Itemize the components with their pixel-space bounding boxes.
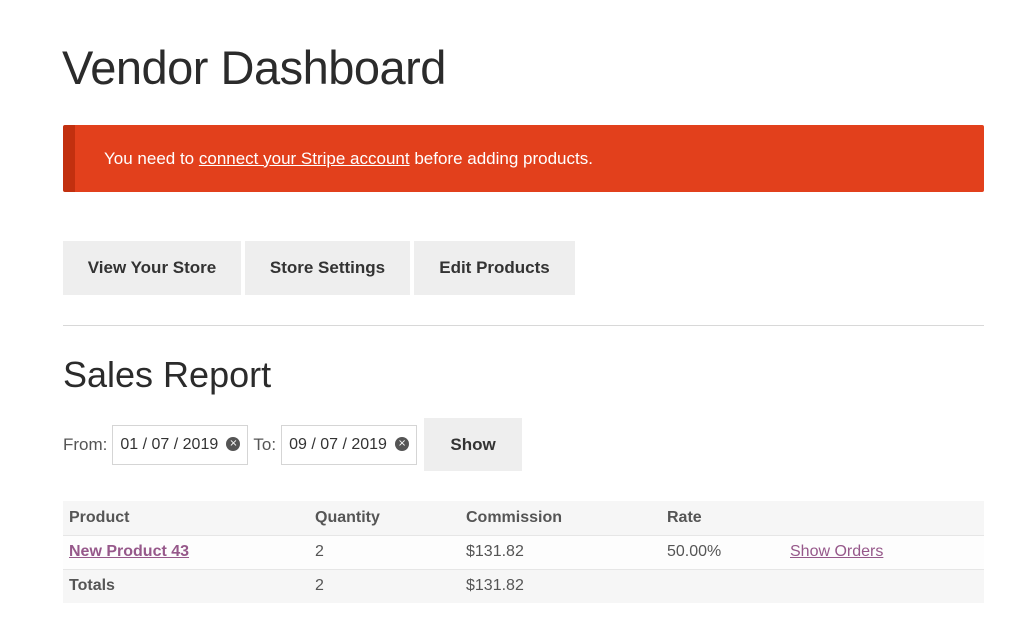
totals-commission: $131.82 bbox=[460, 569, 661, 603]
edit-products-button[interactable]: Edit Products bbox=[414, 241, 575, 295]
store-settings-button[interactable]: Store Settings bbox=[245, 241, 410, 295]
notice-text-after: before adding products. bbox=[409, 148, 593, 168]
to-date-input[interactable]: 09 / 07 / 2019 × bbox=[281, 424, 418, 465]
to-date-value: 09 / 07 / 2019 bbox=[289, 435, 387, 453]
totals-quantity: 2 bbox=[309, 569, 460, 603]
row-commission: $131.82 bbox=[460, 535, 661, 570]
totals-label: Totals bbox=[63, 569, 309, 603]
header-action bbox=[784, 501, 984, 536]
header-rate: Rate bbox=[661, 501, 784, 536]
table-row: New Product 43 2 $131.82 50.00% Show Ord… bbox=[63, 535, 984, 570]
connect-stripe-link[interactable]: connect your Stripe account bbox=[199, 149, 410, 169]
show-button[interactable]: Show bbox=[424, 418, 523, 471]
to-label: To: bbox=[253, 434, 277, 454]
stripe-notice: You need to connect your Stripe account … bbox=[63, 125, 984, 192]
show-orders-link[interactable]: Show Orders bbox=[790, 543, 883, 560]
sales-report-table: Product Quantity Commission Rate New Pro… bbox=[63, 501, 984, 603]
page-title: Vendor Dashboard bbox=[62, 41, 446, 94]
from-date-value: 01 / 07 / 2019 bbox=[120, 435, 219, 453]
row-quantity: 2 bbox=[309, 535, 460, 570]
product-link[interactable]: New Product 43 bbox=[69, 543, 189, 560]
header-product: Product bbox=[63, 501, 309, 536]
totals-empty-rate bbox=[661, 569, 784, 603]
notice-text-before: You need to bbox=[104, 148, 199, 168]
date-filter: From: 01 / 07 / 2019 × To: 09 / 07 / 201… bbox=[63, 418, 523, 471]
sales-report-title: Sales Report bbox=[63, 354, 272, 395]
clear-from-date-icon[interactable]: × bbox=[226, 436, 241, 451]
dashboard-actions: View Your Store Store Settings Edit Prod… bbox=[63, 241, 575, 295]
totals-empty-action bbox=[784, 569, 984, 603]
from-date-input[interactable]: 01 / 07 / 2019 × bbox=[112, 424, 249, 465]
from-label: From: bbox=[63, 434, 108, 454]
clear-to-date-icon[interactable]: × bbox=[395, 436, 410, 451]
row-rate: 50.00% bbox=[661, 535, 784, 570]
totals-row: Totals 2 $131.82 bbox=[63, 569, 984, 603]
section-divider bbox=[63, 325, 984, 326]
header-commission: Commission bbox=[460, 501, 661, 536]
table-header-row: Product Quantity Commission Rate bbox=[63, 501, 984, 536]
header-quantity: Quantity bbox=[309, 501, 460, 536]
view-store-button[interactable]: View Your Store bbox=[63, 241, 241, 295]
